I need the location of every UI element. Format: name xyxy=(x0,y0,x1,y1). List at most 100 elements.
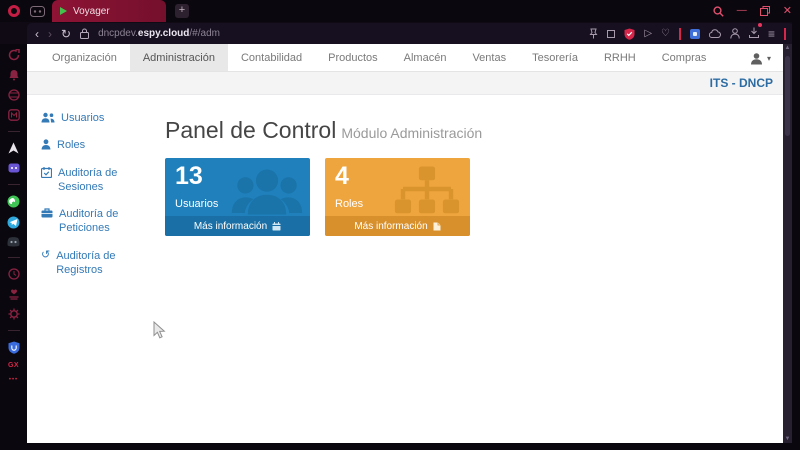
new-tab-button[interactable]: + xyxy=(175,4,189,18)
nav-item-productos[interactable]: Productos xyxy=(315,44,391,71)
more-info-link[interactable]: Más información xyxy=(325,216,470,236)
window-controls: — ✕ xyxy=(713,0,792,22)
calendar-icon xyxy=(272,222,281,231)
snapshot-icon[interactable] xyxy=(607,30,615,38)
ublock-shield-icon[interactable] xyxy=(8,341,20,354)
divider xyxy=(8,131,20,132)
player-app-icon[interactable] xyxy=(8,162,20,174)
download-icon[interactable] xyxy=(749,25,759,43)
scroll-up-arrow[interactable]: ▲ xyxy=(785,45,791,51)
sidebar-label: Auditoría de Sesiones xyxy=(58,166,153,195)
divider xyxy=(679,28,681,40)
address-bar: ‹ › ↻ dncpdev.espy.cloud/#/adm ▷ ♡ ≡ xyxy=(0,22,800,44)
stat-card-usuarios[interactable]: 13 Usuarios Más información xyxy=(165,158,310,236)
sitemap-icon xyxy=(391,165,463,219)
close-button[interactable]: ✕ xyxy=(783,6,792,17)
divider xyxy=(784,28,786,40)
page-subtitle: Módulo Administración xyxy=(341,125,482,141)
extension-icon[interactable] xyxy=(690,29,700,39)
sidebar-item-auditoria-registros[interactable]: ↺ Auditoría de Registros xyxy=(41,249,153,278)
opera-gx-logo[interactable] xyxy=(8,5,20,17)
scroll-down-arrow[interactable]: ▼ xyxy=(785,436,791,442)
nav-item-compras[interactable]: Compras xyxy=(649,44,720,71)
lock-icon[interactable] xyxy=(80,28,89,39)
page-scrollbar[interactable]: ▲ ▼ xyxy=(783,44,792,443)
bell-icon[interactable] xyxy=(8,69,20,81)
window-border xyxy=(0,443,800,450)
forward-button[interactable]: › xyxy=(48,28,52,40)
browser-side-rail: GX ••• xyxy=(0,44,27,443)
profile-icon[interactable] xyxy=(730,28,740,39)
sidebar-label: Auditoría de Registros xyxy=(56,249,153,278)
m-app-icon[interactable] xyxy=(8,109,20,121)
page-title: Panel de ControlMódulo Administración xyxy=(165,117,767,144)
brand-text[interactable]: ITS - DNCP xyxy=(710,76,773,90)
pin-icon[interactable] xyxy=(589,28,598,39)
brand-bar: ITS - DNCP xyxy=(27,72,783,95)
search-icon[interactable] xyxy=(713,6,724,17)
bookmark-heart-icon[interactable]: ♡ xyxy=(661,29,670,39)
history-icon: ↺ xyxy=(41,250,50,261)
sidebar-item-roles[interactable]: Roles xyxy=(41,138,153,152)
shield-badge-icon[interactable] xyxy=(624,28,635,40)
url-text[interactable]: dncpdev.espy.cloud/#/adm xyxy=(98,28,220,39)
main-content: Panel de ControlMódulo Administración 13… xyxy=(159,95,783,277)
rail-overflow-dots[interactable]: ••• xyxy=(9,377,18,383)
nav-item-organizacion[interactable]: Organización xyxy=(39,44,130,71)
reload-button[interactable]: ↻ xyxy=(61,28,71,40)
divider xyxy=(8,330,20,331)
user-icon xyxy=(41,139,51,150)
app-sidebar: Usuarios Roles Auditoría de Sesiones Aud… xyxy=(27,95,159,277)
divider xyxy=(8,184,20,185)
web-page: Organización Administración Contabilidad… xyxy=(27,44,783,443)
nav-item-ventas[interactable]: Ventas xyxy=(459,44,519,71)
gx-corner-icon[interactable] xyxy=(8,49,20,61)
sidebar-item-auditoria-sesiones[interactable]: Auditoría de Sesiones xyxy=(41,166,153,195)
caret-down-icon: ▾ xyxy=(767,54,771,63)
user-icon xyxy=(750,52,763,65)
tab-title: Voyager xyxy=(73,6,110,17)
sidebar-item-usuarios[interactable]: Usuarios xyxy=(41,111,153,125)
sidebar-item-auditoria-peticiones[interactable]: Auditoría de Peticiones xyxy=(41,207,153,236)
restore-button[interactable] xyxy=(760,6,770,16)
nav-item-rrhh[interactable]: RRHH xyxy=(591,44,649,71)
app-nav-bar: Organización Administración Contabilidad… xyxy=(27,44,783,72)
sidebar-label: Roles xyxy=(57,138,85,152)
more-info-link[interactable]: Más información xyxy=(165,216,310,236)
history-icon[interactable] xyxy=(8,268,20,280)
voyager-favicon xyxy=(60,7,67,15)
nav-item-tesoreria[interactable]: Tesorería xyxy=(519,44,591,71)
minimize-button[interactable]: — xyxy=(737,6,747,16)
window-border xyxy=(792,0,800,450)
users-icon xyxy=(41,112,55,123)
file-icon xyxy=(433,222,441,231)
workspaces-icon[interactable] xyxy=(30,6,45,17)
users-group-icon xyxy=(231,165,303,219)
back-button[interactable]: ‹ xyxy=(35,28,39,40)
discord-icon[interactable] xyxy=(7,237,20,247)
hand-heart-icon[interactable] xyxy=(8,288,20,300)
flow-send-icon[interactable]: ▷ xyxy=(644,29,652,39)
sidebar-label: Auditoría de Peticiones xyxy=(59,207,153,236)
gear-icon[interactable] xyxy=(8,308,20,320)
gx-logo[interactable]: GX xyxy=(8,362,19,369)
download-badge xyxy=(758,23,762,27)
tab-voyager[interactable]: Voyager xyxy=(52,0,166,22)
stat-card-roles[interactable]: 4 Roles Más información xyxy=(325,158,470,236)
briefcase-icon xyxy=(41,208,53,218)
easy-setup-menu-icon[interactable]: ≡ xyxy=(768,28,775,40)
calendar-check-icon xyxy=(41,167,52,178)
aria-icon[interactable] xyxy=(8,142,19,154)
scroll-thumb[interactable] xyxy=(785,56,790,136)
ball-icon[interactable] xyxy=(8,89,20,101)
sidebar-label: Usuarios xyxy=(61,111,104,125)
nav-item-contabilidad[interactable]: Contabilidad xyxy=(228,44,315,71)
divider xyxy=(8,257,20,258)
whatsapp-icon[interactable] xyxy=(7,195,20,208)
cloud-icon[interactable] xyxy=(709,29,721,38)
nav-item-almacen[interactable]: Almacén xyxy=(391,44,460,71)
telegram-icon[interactable] xyxy=(7,216,20,229)
user-dropdown[interactable]: ▾ xyxy=(750,44,771,72)
nav-item-administracion[interactable]: Administración xyxy=(130,44,228,71)
browser-tab-strip: Voyager + — ✕ xyxy=(0,0,800,22)
